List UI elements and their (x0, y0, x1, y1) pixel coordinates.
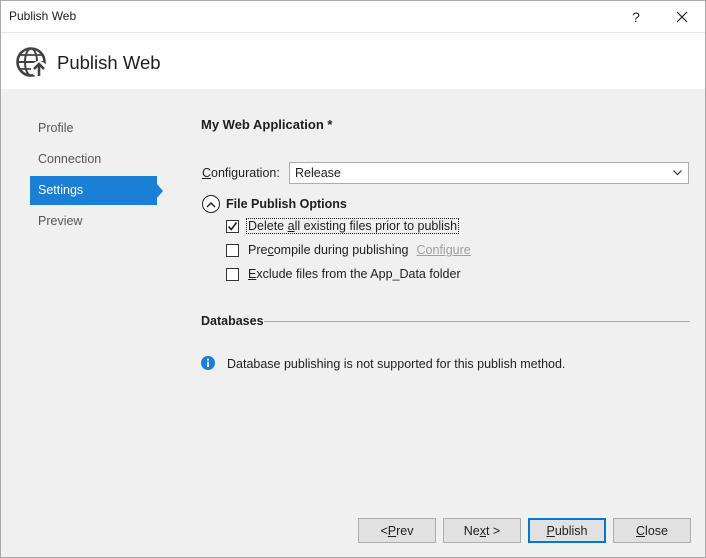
option-label: Precompile during publishing (248, 243, 409, 257)
window-title: Publish Web (9, 9, 77, 23)
header: Publish Web (1, 32, 705, 89)
database-info-message: Database publishing is not supported for… (227, 357, 566, 371)
checkmark-icon (227, 221, 238, 231)
close-window-button[interactable] (659, 1, 705, 32)
publish-button[interactable]: Publish (528, 518, 606, 543)
info-icon (201, 356, 215, 370)
checkbox-precompile[interactable] (226, 243, 239, 257)
next-button[interactable]: Ne x t > (443, 518, 521, 543)
chevron-up-icon (206, 201, 216, 207)
collapse-toggle-button[interactable] (202, 195, 220, 213)
wizard-nav: Profile Connection Settings Preview (30, 114, 170, 238)
checkbox-delete-existing[interactable] (226, 219, 239, 233)
configuration-value: Release (295, 166, 341, 180)
application-title: My Web Application * (201, 117, 333, 132)
configuration-label: Configuration: (202, 166, 280, 180)
nav-item-settings[interactable]: Settings (30, 176, 163, 205)
close-icon (676, 11, 688, 22)
file-publish-options-heading: File Publish Options (226, 197, 347, 211)
option-precompile[interactable]: Precompile during publishing Configure (226, 242, 471, 258)
section-divider (264, 321, 690, 322)
chevron-down-icon (672, 163, 682, 183)
option-label: Exclude files from the App_Data folder (248, 267, 461, 281)
nav-item-connection[interactable]: Connection (30, 145, 170, 174)
configure-link[interactable]: Configure (417, 243, 471, 257)
nav-item-preview[interactable]: Preview (30, 207, 170, 236)
nav-item-profile[interactable]: Profile (30, 114, 170, 143)
databases-heading: Databases (201, 314, 264, 328)
help-button[interactable]: ? (613, 1, 659, 32)
checkbox-exclude-app-data[interactable] (226, 267, 239, 281)
close-button[interactable]: Close (613, 518, 691, 543)
globe-publish-icon (16, 47, 47, 77)
configuration-select[interactable]: Release (289, 162, 689, 184)
option-delete-existing-files[interactable]: Delete all existing files prior to publi… (226, 218, 460, 234)
page-title: Publish Web (57, 52, 161, 73)
publish-web-dialog: Publish Web ? Publish Web Profile Connec… (0, 0, 706, 558)
title-bar: Publish Web ? (1, 1, 705, 32)
prev-button[interactable]: < Prev (358, 518, 436, 543)
option-exclude-app-data[interactable]: Exclude files from the App_Data folder (226, 266, 462, 282)
option-label: Delete all existing files prior to publi… (245, 218, 460, 234)
